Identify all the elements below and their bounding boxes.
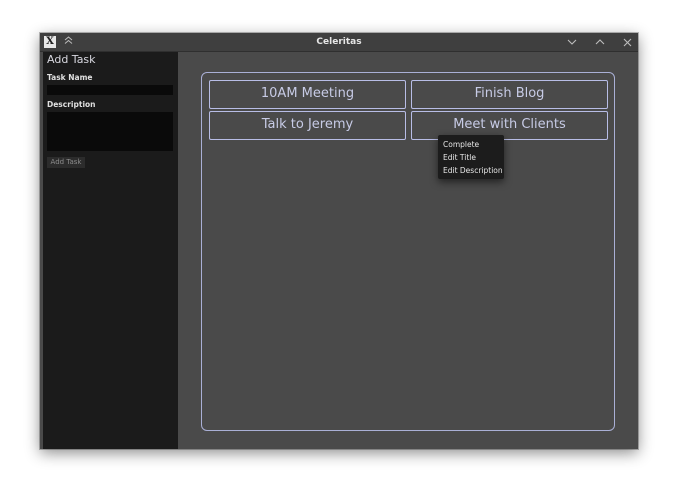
task-board: 10AM Meeting Finish Blog Talk to Jeremy … [201,72,615,431]
task-name-input[interactable] [47,85,173,95]
close-icon [623,38,631,47]
add-task-button[interactable]: Add Task [47,157,85,168]
menu-item-complete[interactable]: Complete [438,138,504,151]
menu-item-edit-title[interactable]: Edit Title [438,151,504,164]
description-label: Description [47,100,96,109]
maximize-button[interactable] [591,33,609,52]
task-card[interactable]: 10AM Meeting [209,80,406,109]
description-input[interactable] [47,112,173,151]
chevron-up-icon [595,39,605,45]
app-window: X Celeritas Add Task Task Name Descripti… [40,33,638,449]
add-task-panel: Add Task Task Name Description Add Task [43,52,178,449]
add-task-heading: Add Task [47,53,96,66]
title-bar[interactable]: X Celeritas [40,33,638,52]
menu-item-edit-description[interactable]: Edit Description [438,164,504,177]
task-card[interactable]: Talk to Jeremy [209,111,406,140]
window-title: Celeritas [316,37,362,47]
close-button[interactable] [618,33,636,52]
task-name-label: Task Name [47,73,93,82]
chevron-down-icon [567,39,577,45]
task-card[interactable]: Finish Blog [411,80,608,109]
task-context-menu: Complete Edit Title Edit Description [438,135,504,179]
minimize-button[interactable] [563,33,581,52]
